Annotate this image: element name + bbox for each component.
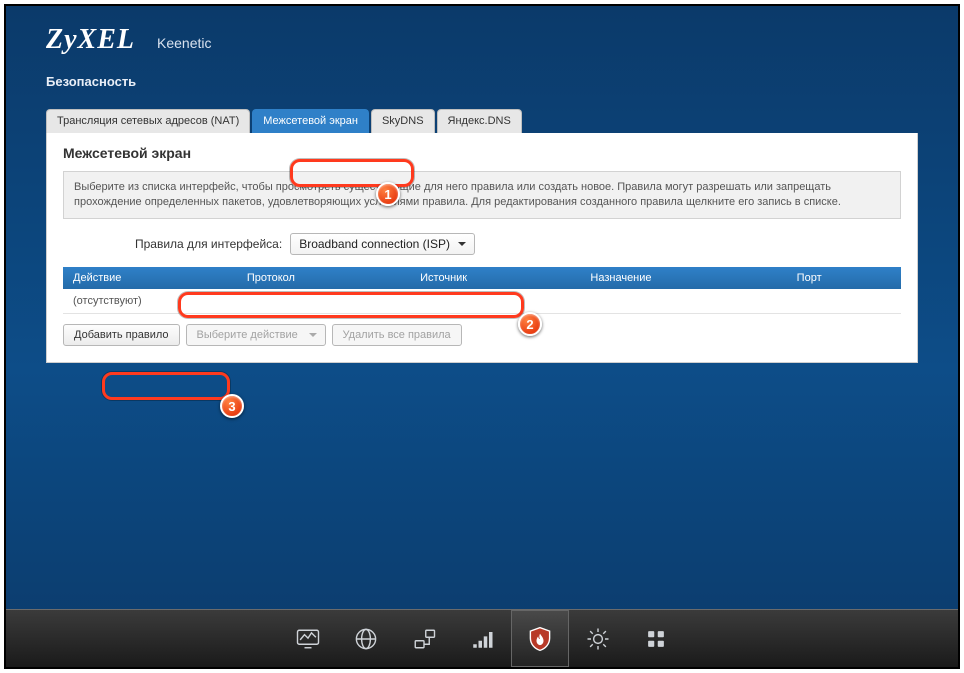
col-action: Действие [63, 267, 237, 289]
col-protocol: Протокол [237, 267, 410, 289]
panel-heading: Межсетевой экран [63, 145, 901, 161]
interface-select[interactable]: Broadband connection (ISP) [290, 233, 475, 255]
globe-icon [352, 625, 380, 653]
gear-icon [584, 625, 612, 653]
dock-wifi[interactable] [453, 610, 511, 667]
section-title: Безопасность [46, 74, 918, 89]
dock-network[interactable] [395, 610, 453, 667]
select-action-disabled: Выберите действие [186, 324, 326, 346]
dock [6, 609, 958, 667]
dock-security[interactable] [511, 610, 569, 667]
tabs-bar: Трансляция сетевых адресов (NAT) Межсете… [6, 95, 958, 133]
rules-table: Действие Протокол Источник Назначение По… [63, 267, 901, 314]
annotation-3-box [102, 372, 230, 400]
brand-logo: ZyXEL [46, 24, 135, 56]
col-source: Источник [410, 267, 580, 289]
content-panel: Межсетевой экран Выберите из списка инте… [46, 133, 918, 363]
col-port: Порт [787, 267, 901, 289]
model-name: Keenetic [157, 35, 211, 51]
shield-fire-icon [526, 625, 554, 653]
delete-all-button: Удалить все правила [332, 324, 462, 346]
col-dest: Назначение [580, 267, 786, 289]
annotation-3-badge: 3 [220, 394, 244, 418]
tab-yandexdns[interactable]: Яндекс.DNS [437, 109, 522, 133]
dock-globe[interactable] [337, 610, 395, 667]
interface-label: Правила для интерфейса: [135, 237, 282, 251]
wifi-bars-icon [468, 625, 496, 653]
tab-firewall[interactable]: Межсетевой экран [252, 109, 369, 133]
network-icon [410, 625, 438, 653]
dock-monitor[interactable] [279, 610, 337, 667]
add-rule-button[interactable]: Добавить правило [63, 324, 180, 346]
empty-row: (отсутствуют) [63, 289, 901, 314]
table-row: (отсутствуют) [63, 289, 901, 314]
dock-apps[interactable] [627, 610, 685, 667]
apps-grid-icon [642, 625, 670, 653]
monitor-icon [294, 625, 322, 653]
panel-info: Выберите из списка интерфейс, чтобы прос… [63, 171, 901, 219]
tab-skydns[interactable]: SkyDNS [371, 109, 435, 133]
dock-settings[interactable] [569, 610, 627, 667]
tab-nat[interactable]: Трансляция сетевых адресов (NAT) [46, 109, 250, 133]
